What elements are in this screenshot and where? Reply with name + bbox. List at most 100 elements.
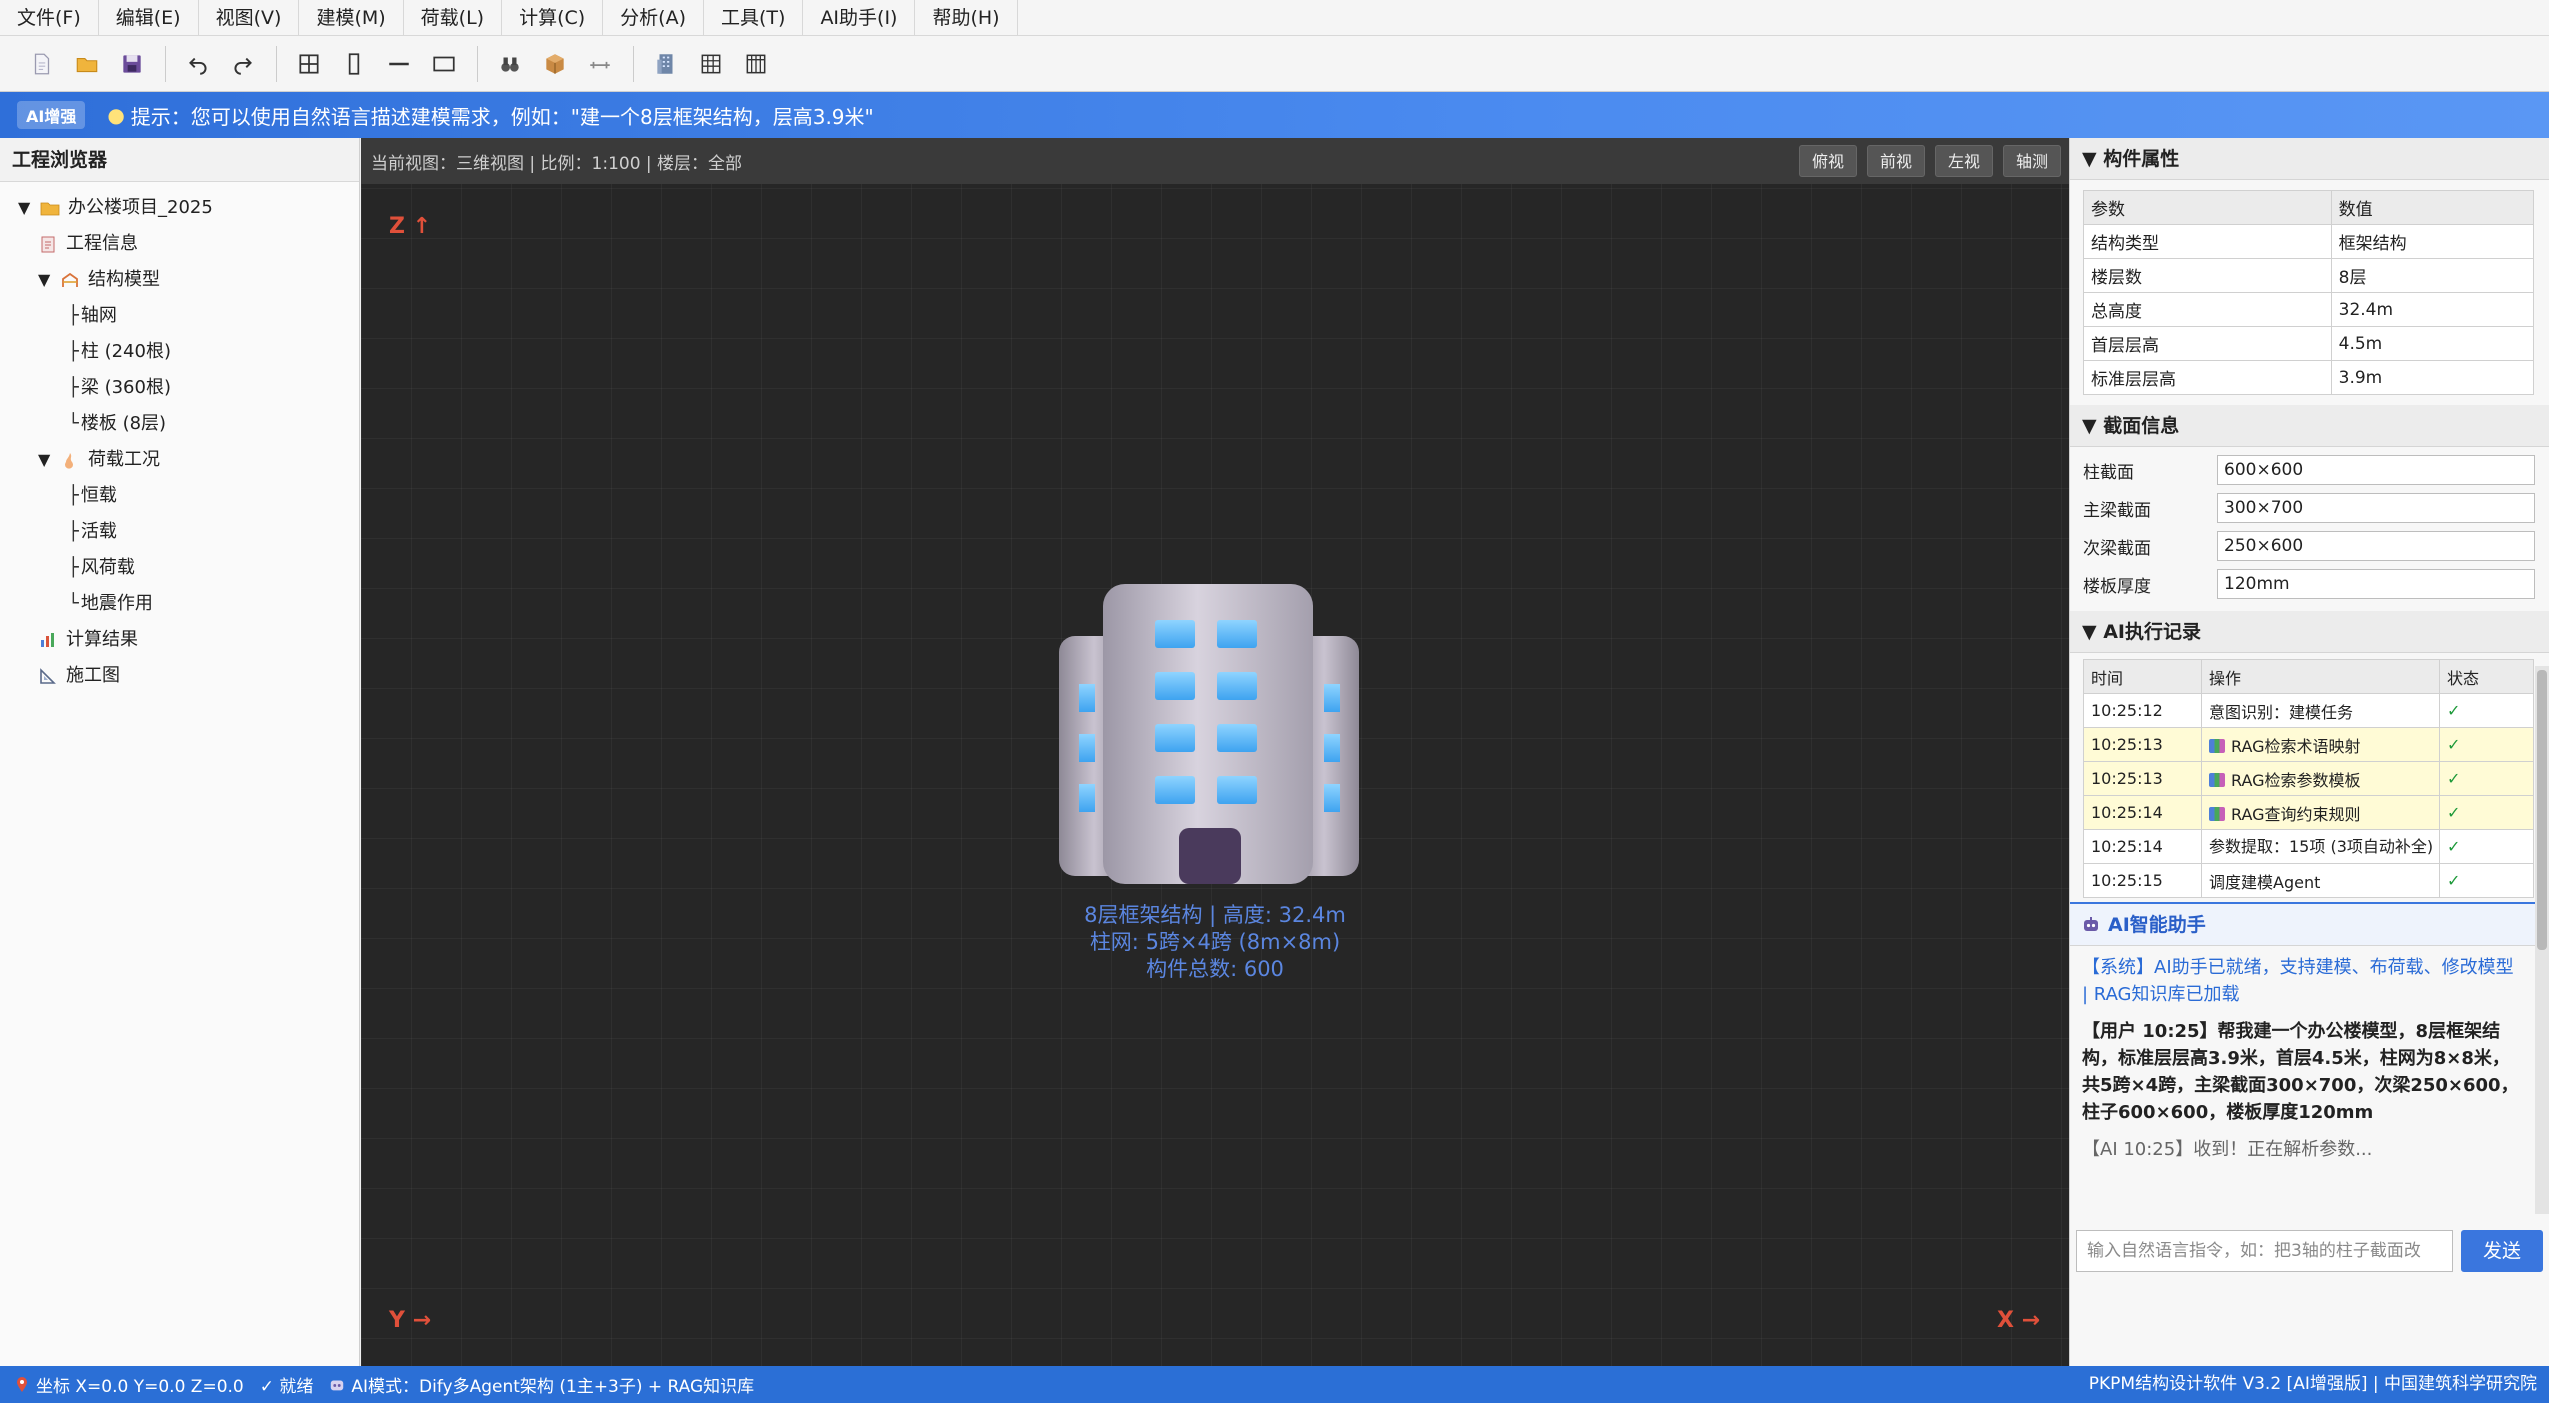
slab-icon[interactable] <box>424 44 464 84</box>
menu-ai-assistant[interactable]: AI助手(I) <box>803 0 916 35</box>
section-label: 柱截面 <box>2083 462 2134 483</box>
new-file-icon[interactable] <box>22 44 62 84</box>
log-op: RAG查询约束规则 <box>2231 804 2361 824</box>
expand-arrow-icon[interactable]: ▼ <box>38 442 52 478</box>
viewport-info: 当前视图：三维视图 | 比例：1:100 | 楼层：全部 <box>371 153 743 174</box>
tree-project[interactable]: ▼ 办公楼项目_2025 <box>0 190 359 226</box>
check-icon: ✓ <box>2439 795 2534 830</box>
columns-table-icon[interactable] <box>736 44 776 84</box>
robot-icon <box>331 1380 344 1390</box>
chat-message-user: 【用户 10:25】帮我建一个办公楼模型，8层框架结构，标准层层高3.9米，首层… <box>2082 1021 2519 1123</box>
open-folder-icon[interactable] <box>67 44 107 84</box>
tree-slabs[interactable]: └ 楼板 (8层) <box>0 406 359 442</box>
tree-seismic[interactable]: └ 地震作用 <box>0 586 359 622</box>
ai-assistant-title: AI智能助手 <box>2108 913 2206 936</box>
tree-axis-grid[interactable]: ├ 轴网 <box>0 298 359 334</box>
prop-value[interactable]: 3.9m <box>2330 360 2535 395</box>
component-properties-header[interactable]: ▼ 构件属性 <box>2070 138 2549 180</box>
toolbar-separator <box>276 45 277 82</box>
prop-value[interactable]: 框架结构 <box>2330 224 2535 259</box>
tree-project-info[interactable]: 工程信息 <box>0 226 359 262</box>
tree-dead-load[interactable]: ├ 恒载 <box>0 478 359 514</box>
tree-load-cases[interactable]: ▼ 荷载工况 <box>0 442 359 478</box>
ai-log-header[interactable]: ▼ AI执行记录 <box>2070 611 2549 653</box>
status-ready: ✓ 就绪 <box>259 1377 314 1397</box>
chat-input[interactable]: 输入自然语言指令，如：把3轴的柱子截面改 <box>2076 1230 2453 1272</box>
menu-tools[interactable]: 工具(T) <box>704 0 804 35</box>
log-header-op: 操作 <box>2201 659 2440 694</box>
table-row[interactable]: 结构类型 框架结构 <box>2083 224 2535 259</box>
tree-branch-icon: ├ <box>68 485 79 506</box>
ai-hint-text: 提示：您可以使用自然语言描述建模需求，例如："建一个8层框架结构，层高3.9米" <box>130 104 874 129</box>
tree-columns[interactable]: ├ 柱 (240根) <box>0 334 359 370</box>
prop-value[interactable]: 4.5m <box>2330 326 2535 361</box>
find-icon[interactable] <box>490 44 530 84</box>
menu-model[interactable]: 建模(M) <box>299 0 404 35</box>
section-info-header[interactable]: ▼ 截面信息 <box>2070 405 2549 447</box>
undo-icon[interactable] <box>178 44 218 84</box>
menu-analysis[interactable]: 分析(A) <box>603 0 704 35</box>
tree-structure-model[interactable]: ▼ 结构模型 <box>0 262 359 298</box>
check-icon: ✓ <box>2439 863 2534 898</box>
3d-box-icon[interactable] <box>535 44 575 84</box>
prop-key: 标准层层高 <box>2083 360 2332 395</box>
view-buttons: 俯视 前视 左视 轴测 <box>1789 145 2061 177</box>
tree-results[interactable]: 计算结果 <box>0 622 359 658</box>
ai-assistant-header: AI智能助手 <box>2070 902 2549 946</box>
view-front-button[interactable]: 前视 <box>1866 145 1925 177</box>
table-row[interactable]: 首层层高 4.5m <box>2083 326 2535 361</box>
view-axonometric-button[interactable]: 轴测 <box>2002 145 2061 177</box>
tree-drawings[interactable]: 施工图 <box>0 658 359 694</box>
send-button[interactable]: 发送 <box>2461 1230 2543 1272</box>
tree-beams-label: 梁 (360根) <box>80 377 171 398</box>
menu-load[interactable]: 荷载(L) <box>404 0 503 35</box>
toolbar-separator <box>633 45 634 82</box>
expand-arrow-icon[interactable]: ▼ <box>38 262 52 298</box>
toolbar <box>0 36 2549 92</box>
expand-arrow-icon[interactable]: ▼ <box>18 190 32 226</box>
redo-icon[interactable] <box>223 44 263 84</box>
menu-view[interactable]: 视图(V) <box>199 0 300 35</box>
table-row[interactable]: 楼层数 8层 <box>2083 258 2535 293</box>
beam-icon[interactable] <box>379 44 419 84</box>
column-section-input[interactable]: 600×600 <box>2217 455 2535 485</box>
prop-value[interactable]: 32.4m <box>2330 292 2535 327</box>
log-row: 10:25:14 RAG查询约束规则 ✓ <box>2083 795 2534 830</box>
table-header-value: 数值 <box>2330 190 2535 225</box>
column-icon[interactable] <box>334 44 374 84</box>
menu-edit[interactable]: 编辑(E) <box>99 0 199 35</box>
slab-thickness-input[interactable]: 120mm <box>2217 569 2535 599</box>
menu-calc[interactable]: 计算(C) <box>502 0 604 35</box>
log-time: 10:25:14 <box>2083 795 2202 830</box>
3d-viewport[interactable]: 当前视图：三维视图 | 比例：1:100 | 楼层：全部 俯视 前视 左视 轴测… <box>361 138 2069 1366</box>
measure-icon[interactable] <box>580 44 620 84</box>
table-row[interactable]: 标准层层高 3.9m <box>2083 360 2535 395</box>
log-row: 10:25:13 RAG检索术语映射 ✓ <box>2083 727 2534 762</box>
menu-file[interactable]: 文件(F) <box>0 0 99 35</box>
status-product: PKPM结构设计软件 V3.2 [AI增强版] | 中国建筑科学研究院 <box>2088 1374 2537 1394</box>
tree-beams[interactable]: ├ 梁 (360根) <box>0 370 359 406</box>
tree-branch-icon: ├ <box>68 341 79 362</box>
right-panel-scrollbar[interactable] <box>2535 666 2549 1214</box>
tree-live-load[interactable]: ├ 活载 <box>0 514 359 550</box>
prop-value[interactable]: 8层 <box>2330 258 2535 293</box>
view-left-button[interactable]: 左视 <box>1934 145 1993 177</box>
log-op: 意图识别：建模任务 <box>2201 693 2440 728</box>
check-icon: ✓ <box>2439 829 2534 864</box>
view-top-button[interactable]: 俯视 <box>1798 145 1857 177</box>
menu-help[interactable]: 帮助(H) <box>915 0 1018 35</box>
log-header-time: 时间 <box>2083 659 2202 694</box>
secondary-beam-section-input[interactable]: 250×600 <box>2217 531 2535 561</box>
folder-icon <box>40 202 60 216</box>
log-row: 10:25:15 调度建模Agent ✓ <box>2083 863 2534 898</box>
tree-wind-load[interactable]: ├ 风荷载 <box>0 550 359 586</box>
scrollbar-thumb[interactable] <box>2537 670 2547 950</box>
section-row-secondary-beam: 次梁截面 250×600 <box>2070 527 2549 565</box>
save-icon[interactable] <box>112 44 152 84</box>
table-icon[interactable] <box>691 44 731 84</box>
table-row[interactable]: 总高度 32.4m <box>2083 292 2535 327</box>
chat-messages: 【系统】AI助手已就绪，支持建模、布荷载、修改模型 | RAG知识库已加载 【用… <box>2070 946 2549 1163</box>
building-icon[interactable] <box>646 44 686 84</box>
grid-axis-icon[interactable] <box>289 44 329 84</box>
main-beam-section-input[interactable]: 300×700 <box>2217 493 2535 523</box>
